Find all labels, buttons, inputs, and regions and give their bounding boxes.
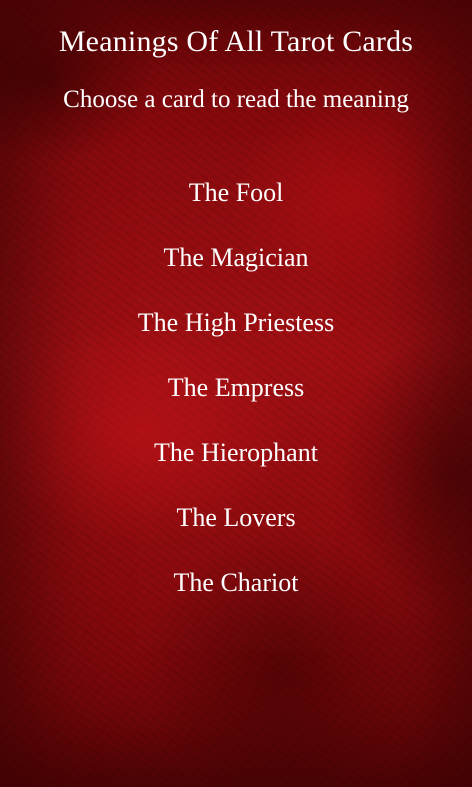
card-label[interactable]: The Chariot <box>174 562 299 604</box>
card-label[interactable]: The Fool <box>189 172 284 214</box>
card-label[interactable]: The Lovers <box>176 497 295 539</box>
page-subtitle: Choose a card to read the meaning <box>63 86 409 113</box>
header: Meanings Of All Tarot Cards Choose a car… <box>0 22 472 117</box>
card-label[interactable]: The Hierophant <box>154 432 318 474</box>
card-item-the-hierophant[interactable]: The Hierophant <box>0 432 472 497</box>
card-label[interactable]: The Empress <box>168 367 304 409</box>
page-title: Meanings Of All Tarot Cards <box>58 25 414 58</box>
card-label[interactable]: The High Priestess <box>138 302 334 344</box>
card-label[interactable]: The Magician <box>163 237 308 279</box>
card-item-the-high-priestess[interactable]: The High Priestess <box>0 302 472 367</box>
card-list: The Fool The Magician The High Priestess… <box>0 172 472 627</box>
card-item-the-magician[interactable]: The Magician <box>0 237 472 302</box>
card-item-the-lovers[interactable]: The Lovers <box>0 497 472 562</box>
card-item-the-empress[interactable]: The Empress <box>0 367 472 432</box>
card-item-the-fool[interactable]: The Fool <box>0 172 472 237</box>
card-item-the-chariot[interactable]: The Chariot <box>0 562 472 627</box>
